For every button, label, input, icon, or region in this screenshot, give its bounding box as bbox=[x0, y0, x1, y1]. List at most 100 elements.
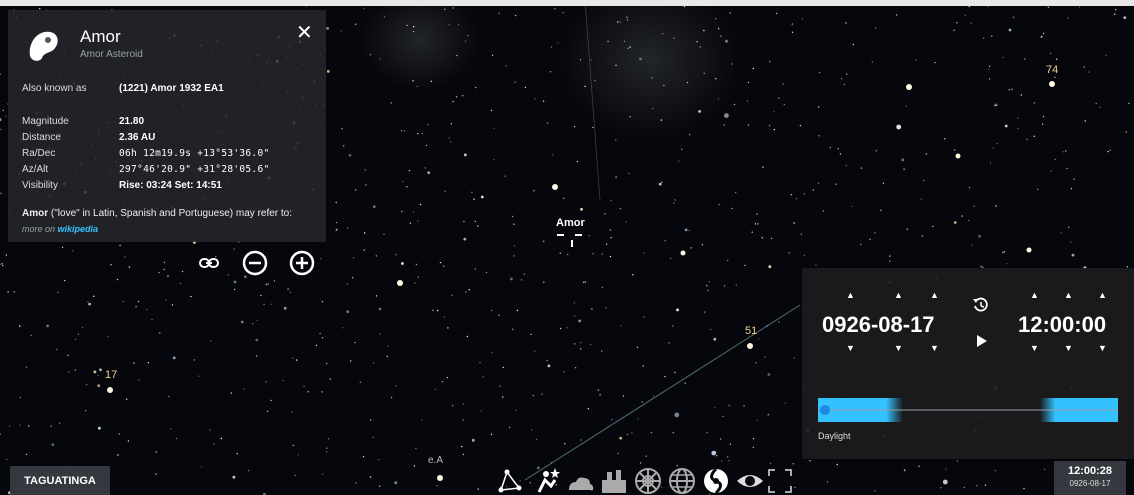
bright-star[interactable] bbox=[747, 343, 753, 349]
star bbox=[342, 327, 344, 329]
star bbox=[480, 195, 484, 199]
star bbox=[473, 198, 475, 200]
year-down-arrow[interactable]: ▼ bbox=[846, 343, 855, 353]
second-up-arrow[interactable]: ▲ bbox=[1098, 290, 1107, 300]
day-up-arrow[interactable]: ▲ bbox=[930, 290, 939, 300]
star bbox=[944, 138, 946, 140]
star bbox=[782, 83, 784, 85]
zoom-out-icon[interactable] bbox=[242, 250, 268, 276]
star bbox=[549, 71, 552, 73]
history-icon[interactable] bbox=[972, 296, 990, 314]
star bbox=[817, 182, 820, 184]
bright-star[interactable] bbox=[680, 250, 686, 256]
time-value[interactable]: 12:00:00 bbox=[1018, 312, 1106, 338]
star bbox=[728, 404, 730, 407]
star bbox=[243, 388, 245, 390]
date-value[interactable]: 0926-08-17 bbox=[822, 312, 935, 338]
year-up-arrow[interactable]: ▲ bbox=[846, 290, 855, 300]
star bbox=[590, 59, 592, 61]
hour-down-arrow[interactable]: ▼ bbox=[1030, 343, 1039, 353]
star bbox=[735, 284, 737, 286]
star bbox=[793, 222, 795, 224]
link-icon[interactable] bbox=[198, 255, 220, 271]
star bbox=[744, 264, 746, 267]
star bbox=[171, 304, 174, 306]
star bbox=[906, 228, 908, 230]
constellation-lines-icon[interactable] bbox=[495, 466, 525, 495]
month-down-arrow[interactable]: ▼ bbox=[894, 343, 903, 353]
star bbox=[490, 433, 493, 435]
star bbox=[270, 399, 272, 402]
star bbox=[355, 482, 357, 484]
wikipedia-link[interactable]: wikipedia bbox=[58, 224, 99, 234]
bright-star[interactable] bbox=[955, 153, 961, 159]
star bbox=[767, 373, 771, 376]
second-down-arrow[interactable]: ▼ bbox=[1098, 343, 1107, 353]
bright-star[interactable] bbox=[437, 475, 443, 481]
bright-star[interactable] bbox=[552, 184, 558, 190]
atmosphere-icon[interactable] bbox=[565, 466, 595, 495]
star bbox=[362, 456, 365, 458]
minute-up-arrow[interactable]: ▲ bbox=[1064, 290, 1073, 300]
star bbox=[19, 396, 22, 399]
star bbox=[964, 14, 966, 16]
target-reticle[interactable] bbox=[555, 232, 585, 252]
star bbox=[610, 237, 612, 239]
fullscreen-icon[interactable] bbox=[765, 466, 795, 495]
minute-down-arrow[interactable]: ▼ bbox=[1064, 343, 1073, 353]
star bbox=[578, 319, 582, 323]
constellation-label[interactable]: e.A bbox=[428, 455, 443, 466]
star bbox=[1011, 88, 1013, 91]
star bbox=[725, 39, 728, 43]
constellation-art-icon[interactable] bbox=[531, 466, 561, 495]
star bbox=[587, 408, 589, 410]
eye-icon[interactable] bbox=[735, 466, 765, 495]
star bbox=[701, 244, 704, 246]
star bbox=[994, 104, 996, 107]
day-down-arrow[interactable]: ▼ bbox=[930, 343, 939, 353]
star bbox=[267, 283, 269, 285]
bright-star[interactable] bbox=[1026, 247, 1032, 253]
bright-star[interactable] bbox=[1049, 81, 1055, 87]
month-up-arrow[interactable]: ▲ bbox=[894, 290, 903, 300]
bright-star[interactable] bbox=[906, 84, 912, 90]
star bbox=[327, 438, 330, 440]
star bbox=[372, 205, 376, 209]
star bbox=[619, 21, 621, 23]
azimuthal-grid-icon[interactable] bbox=[633, 466, 663, 495]
bright-star[interactable] bbox=[397, 280, 403, 286]
deep-sky-objects-icon[interactable] bbox=[701, 466, 731, 495]
star bbox=[474, 220, 476, 223]
star bbox=[383, 233, 385, 236]
star bbox=[1067, 17, 1069, 19]
star bbox=[413, 465, 416, 467]
star bbox=[502, 366, 504, 369]
star bbox=[283, 306, 287, 310]
star bbox=[563, 371, 565, 373]
star bbox=[746, 100, 749, 102]
star bbox=[432, 309, 434, 311]
star bbox=[532, 394, 534, 397]
star bbox=[874, 490, 876, 492]
hour-up-arrow[interactable]: ▲ bbox=[1030, 290, 1039, 300]
star-label[interactable]: 51 bbox=[745, 325, 757, 337]
location-button[interactable]: TAGUATINGA bbox=[10, 466, 110, 495]
star bbox=[170, 428, 172, 430]
star-label[interactable]: 74 bbox=[1046, 64, 1058, 76]
star bbox=[110, 264, 112, 266]
star bbox=[294, 474, 296, 477]
star bbox=[768, 265, 772, 269]
day-timeline-slider[interactable] bbox=[818, 398, 1118, 422]
star-label[interactable]: 17 bbox=[105, 369, 117, 381]
equatorial-grid-icon[interactable] bbox=[667, 466, 697, 495]
play-icon[interactable] bbox=[975, 334, 989, 348]
landscape-icon[interactable] bbox=[599, 466, 629, 495]
bright-star[interactable] bbox=[107, 387, 113, 393]
description-text: ("love" in Latin, Spanish and Portuguese… bbox=[48, 208, 293, 219]
star bbox=[661, 33, 664, 35]
clock-button[interactable]: 12:00:28 0926-08-17 bbox=[1054, 461, 1126, 495]
close-icon[interactable]: ✕ bbox=[296, 20, 313, 45]
zoom-in-icon[interactable] bbox=[289, 250, 315, 276]
star bbox=[818, 135, 820, 137]
star bbox=[443, 316, 446, 318]
